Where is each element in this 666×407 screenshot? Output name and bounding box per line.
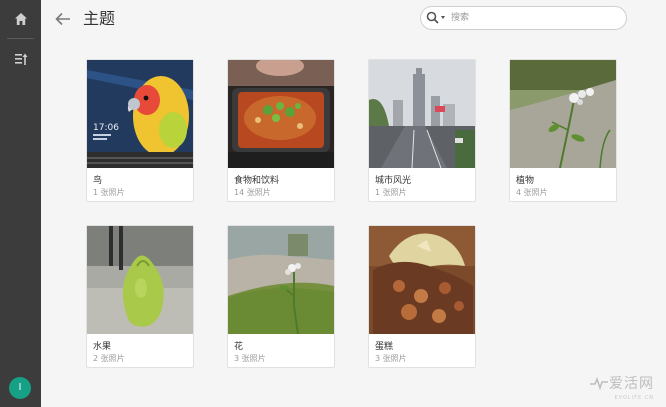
category-card-bird[interactable]: 17:06 鸟 1 张照片 xyxy=(86,59,194,202)
thumbnail-bird: 17:06 xyxy=(87,60,193,168)
sidebar-divider xyxy=(7,38,34,39)
avatar[interactable]: I xyxy=(9,377,31,399)
thumbnail-city xyxy=(369,60,475,168)
home-button[interactable] xyxy=(0,2,41,36)
back-button[interactable] xyxy=(52,8,74,30)
top-bar: 主题 xyxy=(41,0,666,38)
photo-count: 4 张照片 xyxy=(516,188,548,197)
category-card-fruit[interactable]: 水果 2 张照片 xyxy=(86,225,194,368)
watermark: 爱活网 EVOLIFE.CN xyxy=(589,373,654,401)
thumbnail-cake xyxy=(369,226,475,334)
watermark-subtext: EVOLIFE.CN xyxy=(614,395,654,401)
back-arrow-icon xyxy=(55,12,70,26)
search-dropdown-caret-icon[interactable] xyxy=(441,16,445,19)
page-title: 主题 xyxy=(83,9,116,28)
search-box[interactable] xyxy=(420,6,627,30)
photo-count: 1 张照片 xyxy=(93,188,125,197)
thumbnail-plant xyxy=(510,60,616,168)
photo-count: 3 张照片 xyxy=(234,354,266,363)
photo-count: 14 张照片 xyxy=(234,188,271,197)
photo-count: 2 张照片 xyxy=(93,354,125,363)
category-name: 植物 xyxy=(516,176,535,186)
category-name: 花 xyxy=(234,342,244,352)
thumbnail-food xyxy=(228,60,334,168)
home-icon xyxy=(14,13,27,25)
watermark-text: 爱活网 xyxy=(609,376,654,392)
category-name: 水果 xyxy=(93,342,112,352)
category-name: 城市风光 xyxy=(375,176,412,186)
thumb-clock-text: 17:06 xyxy=(93,123,119,133)
category-name: 蛋糕 xyxy=(375,342,394,352)
search-icon[interactable] xyxy=(426,11,439,24)
heartbeat-logo-icon xyxy=(590,376,608,390)
photo-count: 1 张照片 xyxy=(375,188,407,197)
sort-icon xyxy=(14,53,27,65)
category-card-plant[interactable]: 植物 4 张照片 xyxy=(509,59,617,202)
sort-button[interactable] xyxy=(0,42,41,76)
category-card-cityscape[interactable]: 城市风光 1 张照片 xyxy=(368,59,476,202)
search-input[interactable] xyxy=(451,10,616,26)
category-name: 鸟 xyxy=(93,176,103,186)
category-card-food-and-drink[interactable]: 食物和饮料 14 张照片 xyxy=(227,59,335,202)
photo-count: 3 张照片 xyxy=(375,354,407,363)
thumbnail-flower xyxy=(228,226,334,334)
category-name: 食物和饮料 xyxy=(234,176,280,186)
sidebar: I xyxy=(0,0,41,407)
category-card-cake[interactable]: 蛋糕 3 张照片 xyxy=(368,225,476,368)
category-card-flower[interactable]: 花 3 张照片 xyxy=(227,225,335,368)
thumbnail-fruit xyxy=(87,226,193,334)
